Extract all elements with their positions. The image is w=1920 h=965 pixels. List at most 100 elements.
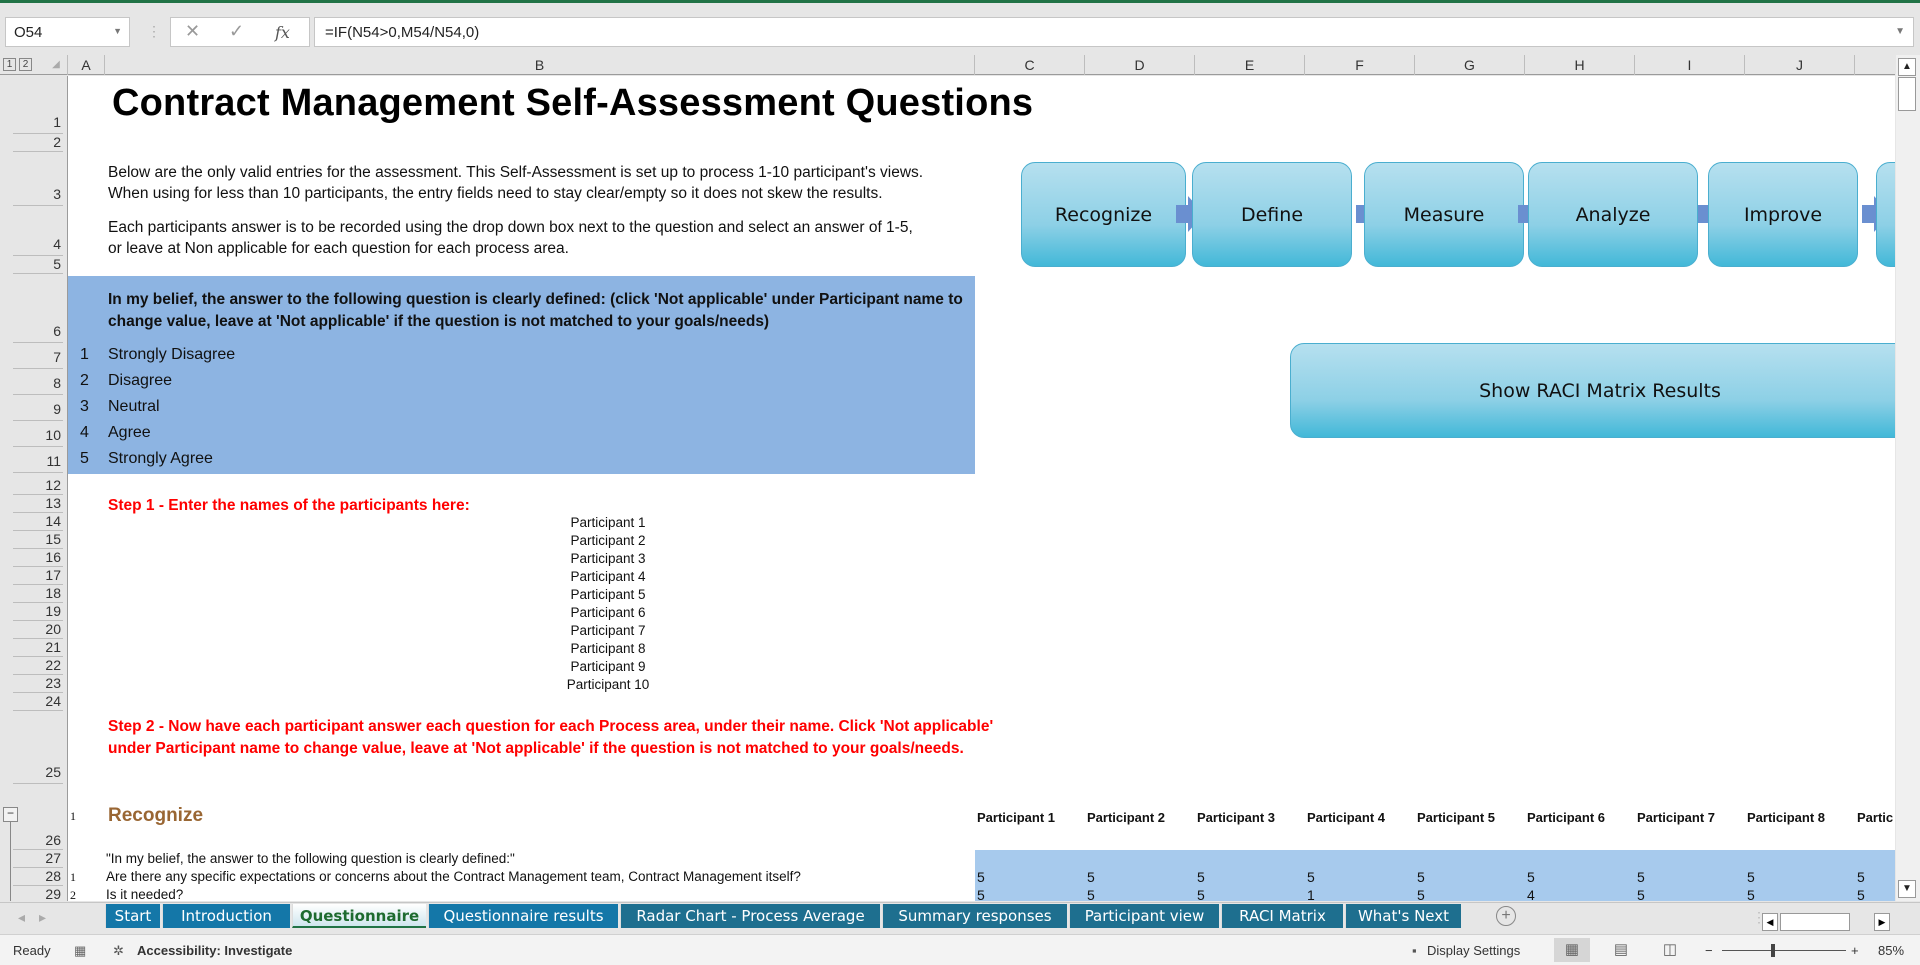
tab-start[interactable]: Start [105, 904, 160, 928]
formula-input[interactable]: =IF(N54>0,M54/N54,0) ▼ [314, 17, 1914, 47]
participant-name-cell[interactable]: Participant 7 [448, 623, 768, 638]
row-header[interactable]: 10 [13, 427, 63, 447]
column-header-g[interactable]: G [1415, 55, 1525, 75]
process-step-measure[interactable]: Measure [1364, 162, 1524, 267]
row-header[interactable]: 11 [13, 453, 63, 473]
participant-name-cell[interactable]: Participant 2 [448, 533, 768, 548]
column-header-c[interactable]: C [975, 55, 1085, 75]
row-header[interactable]: 7 [13, 349, 63, 369]
chevron-down-icon[interactable]: ▼ [113, 26, 122, 36]
scroll-right-icon[interactable]: ▶ [1874, 913, 1890, 931]
tab-radar-chart[interactable]: Radar Chart - Process Average [620, 904, 880, 928]
process-step-next-partial[interactable] [1876, 162, 1895, 267]
process-step-improve[interactable]: Improve [1708, 162, 1858, 267]
zoom-slider-handle[interactable] [1771, 944, 1775, 957]
show-raci-matrix-button[interactable]: Show RACI Matrix Results [1290, 343, 1895, 438]
row-header[interactable]: 24 [13, 693, 63, 711]
answer-cell[interactable]: 5 [1197, 869, 1205, 885]
collapse-group-button[interactable]: − [3, 807, 18, 822]
row-header[interactable]: 16 [13, 549, 63, 567]
participant-name-cell[interactable]: Participant 10 [448, 677, 768, 692]
row-header[interactable]: 20 [13, 621, 63, 639]
tab-participant-view[interactable]: Participant view [1069, 904, 1219, 928]
tab-raci-matrix[interactable]: RACI Matrix [1221, 904, 1343, 928]
zoom-in-icon[interactable]: + [1851, 943, 1859, 958]
row-header[interactable]: 28 [13, 868, 63, 886]
process-step-analyze[interactable]: Analyze [1528, 162, 1698, 267]
expand-formula-bar-icon[interactable]: ▼ [1895, 26, 1905, 37]
outline-level-2-button[interactable]: 2 [19, 58, 32, 71]
worksheet-grid[interactable]: Contract Management Self-Assessment Ques… [68, 76, 1895, 901]
column-header-h[interactable]: H [1525, 55, 1635, 75]
answer-cell[interactable]: 5 [1527, 869, 1535, 885]
scrollbar-thumb[interactable] [1898, 77, 1916, 111]
row-header[interactable]: 25 [13, 764, 63, 784]
add-sheet-icon[interactable]: + [1496, 906, 1516, 926]
column-header-f[interactable]: F [1305, 55, 1415, 75]
row-header[interactable]: 18 [13, 585, 63, 603]
zoom-level[interactable]: 85% [1878, 943, 1904, 958]
outline-level-1-button[interactable]: 1 [3, 58, 16, 71]
cancel-icon[interactable]: ✕ [185, 21, 200, 42]
column-header-b[interactable]: B [105, 55, 975, 75]
tab-introduction[interactable]: Introduction [162, 904, 290, 928]
participant-name-cell[interactable]: Participant 4 [448, 569, 768, 584]
check-icon[interactable]: ✓ [229, 21, 244, 42]
answer-cell[interactable]: 5 [977, 869, 985, 885]
answer-cell[interactable]: 5 [1637, 869, 1645, 885]
row-header[interactable]: 2 [13, 134, 63, 152]
process-step-define[interactable]: Define [1192, 162, 1352, 267]
answer-cell[interactable]: 1 [1307, 887, 1315, 901]
participant-name-cell[interactable]: Participant 8 [448, 641, 768, 656]
answer-cell[interactable]: 5 [1087, 887, 1095, 901]
horizontal-scroll-thumb[interactable] [1780, 913, 1850, 931]
zoom-slider[interactable] [1722, 950, 1846, 951]
row-header[interactable]: 5 [13, 256, 63, 274]
column-header-d[interactable]: D [1085, 55, 1195, 75]
select-all-corner[interactable]: ◢ [45, 55, 68, 75]
participant-name-cell[interactable]: Participant 5 [448, 587, 768, 602]
row-header[interactable]: 17 [13, 567, 63, 585]
column-header-i[interactable]: I [1635, 55, 1745, 75]
accessibility-icon[interactable]: ✲ [113, 943, 124, 959]
tab-scroll-arrows[interactable]: ◂▸ [18, 909, 60, 926]
display-settings-button[interactable]: Display Settings [1427, 943, 1520, 958]
answer-cell[interactable]: 5 [1637, 887, 1645, 901]
answer-cell[interactable]: 5 [1857, 869, 1865, 885]
scroll-down-icon[interactable]: ▼ [1898, 880, 1916, 898]
row-header[interactable]: 1 [13, 114, 63, 134]
column-header-e[interactable]: E [1195, 55, 1305, 75]
normal-view-icon[interactable]: ▦ [1554, 938, 1590, 962]
participant-name-cell[interactable]: Participant 9 [448, 659, 768, 674]
participant-name-cell[interactable]: Participant 3 [448, 551, 768, 566]
answer-cell[interactable]: 5 [1197, 887, 1205, 901]
participant-name-cell[interactable]: Participant 1 [448, 515, 768, 530]
column-header-j[interactable]: J [1745, 55, 1855, 75]
process-step-recognize[interactable]: Recognize [1021, 162, 1186, 267]
answer-cell[interactable]: 5 [1747, 887, 1755, 901]
macro-recorder-icon[interactable]: ▦ [74, 943, 86, 959]
answer-cell[interactable]: 5 [1417, 887, 1425, 901]
answer-cell[interactable]: 5 [1307, 869, 1315, 885]
row-header[interactable]: 15 [13, 531, 63, 549]
row-header[interactable]: 26 [13, 832, 63, 850]
answer-cell[interactable]: 5 [1087, 869, 1095, 885]
row-header[interactable]: 6 [13, 323, 63, 343]
tab-questionnaire-results[interactable]: Questionnaire results [428, 904, 618, 928]
answer-cell[interactable]: 4 [1527, 887, 1535, 901]
row-header[interactable]: 19 [13, 603, 63, 621]
accessibility-status[interactable]: Accessibility: Investigate [137, 943, 292, 958]
row-header[interactable]: 23 [13, 675, 63, 693]
zoom-out-icon[interactable]: − [1705, 943, 1713, 958]
tab-summary-responses[interactable]: Summary responses [882, 904, 1067, 928]
row-header[interactable]: 3 [13, 186, 63, 206]
answer-cell[interactable]: 5 [1747, 869, 1755, 885]
answer-cell[interactable]: 5 [1857, 887, 1865, 901]
column-header-a[interactable]: A [68, 55, 105, 75]
tab-questionnaire[interactable]: Questionnaire [292, 904, 426, 928]
drag-handle-icon[interactable]: ⋮ [147, 23, 161, 40]
vertical-scrollbar[interactable]: ▲ ▼ [1896, 55, 1920, 901]
answer-cell[interactable]: 5 [1417, 869, 1425, 885]
insert-function-icon[interactable]: fx [275, 23, 290, 42]
row-header[interactable]: 14 [13, 513, 63, 531]
